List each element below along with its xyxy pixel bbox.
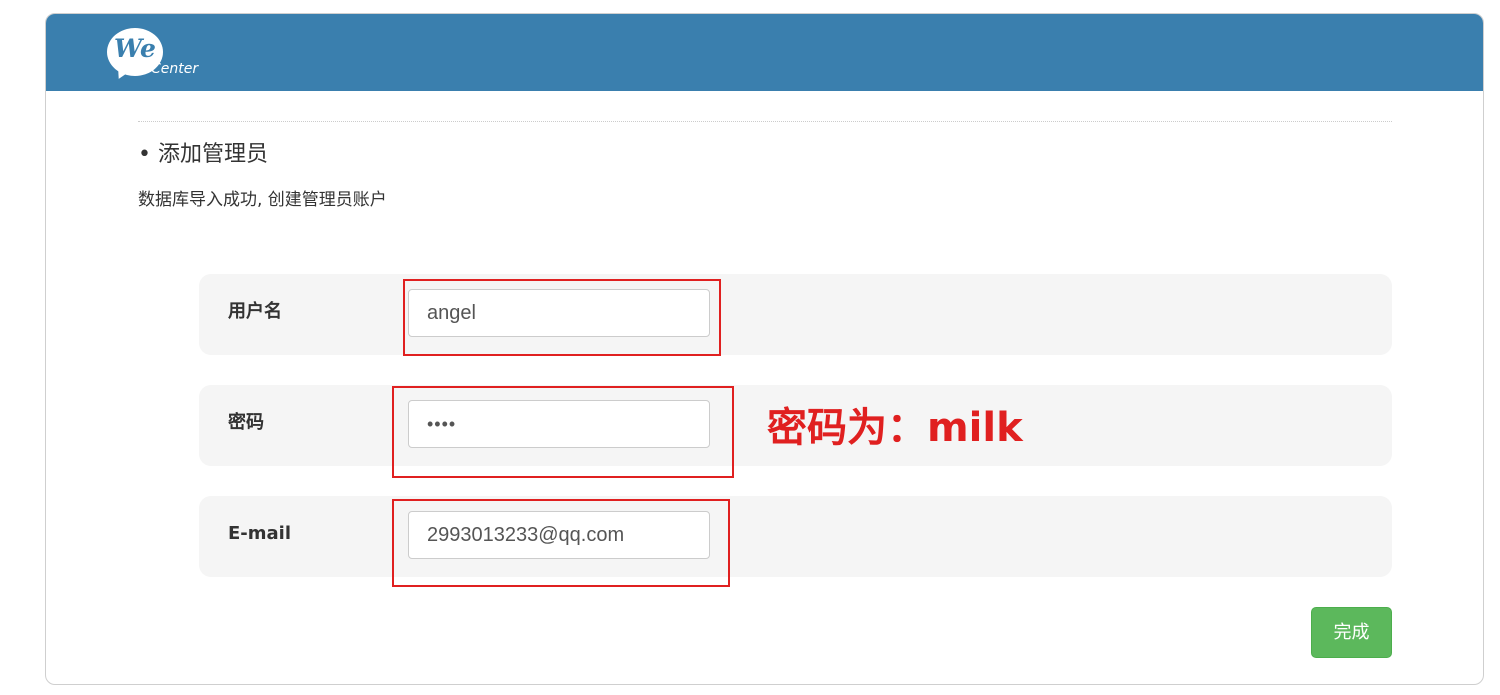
section-title: • 添加管理员 <box>138 142 268 167</box>
username-row: 用户名 angel <box>199 274 1392 355</box>
password-label: 密码 <box>228 412 264 433</box>
logo-center-text: Center <box>151 61 199 77</box>
wecenter-logo: We Center <box>107 28 207 84</box>
password-input[interactable]: •••• <box>408 400 710 448</box>
finish-button[interactable]: 完成 <box>1311 607 1392 658</box>
username-label: 用户名 <box>228 301 282 322</box>
email-row: E-mail 2993013233@qq.com <box>199 496 1392 577</box>
email-input[interactable]: 2993013233@qq.com <box>408 511 710 559</box>
section-description: 数据库导入成功, 创建管理员账户 <box>138 190 387 210</box>
header-bar: We Center <box>46 14 1483 91</box>
username-input[interactable]: angel <box>408 289 710 337</box>
password-annotation: 密码为：milk <box>767 405 1023 451</box>
email-label: E-mail <box>228 523 292 544</box>
section-divider <box>138 121 1392 122</box>
logo-we-text: We <box>114 34 156 63</box>
install-panel: We Center • 添加管理员 数据库导入成功, 创建管理员账户 用户名 a… <box>45 13 1484 685</box>
